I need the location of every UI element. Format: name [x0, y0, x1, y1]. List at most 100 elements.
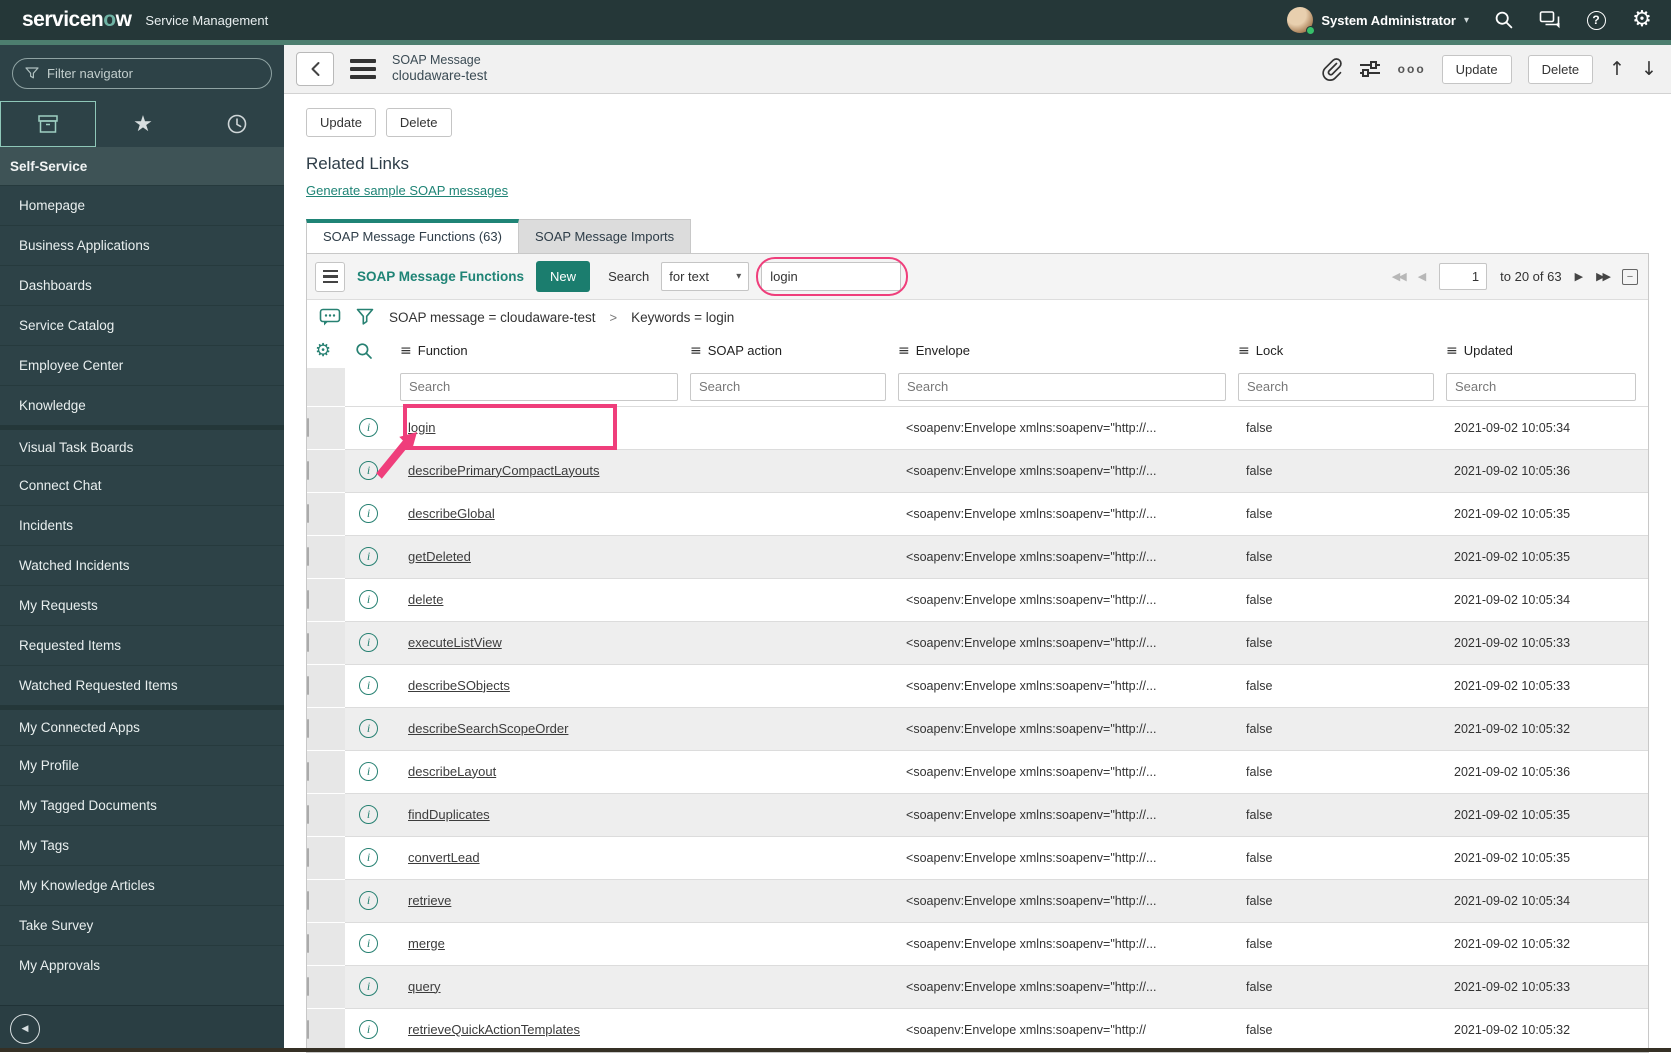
tab-soap-message-imports[interactable]: SOAP Message Imports	[519, 219, 691, 253]
sidebar-item-my-knowledge-articles[interactable]: My Knowledge Articles	[0, 865, 284, 905]
breadcrumb-item-1[interactable]: SOAP message = cloudaware-test	[389, 310, 595, 325]
sidebar-item-connect-chat[interactable]: Connect Chat	[0, 465, 284, 505]
filter-navigator[interactable]	[12, 58, 272, 89]
tab-soap-message-functions[interactable]: SOAP Message Functions (63)	[306, 219, 519, 253]
sidebar-item-my-tags[interactable]: My Tags	[0, 825, 284, 865]
row-checkbox[interactable]	[307, 1020, 309, 1039]
sidebar-item-watched-incidents[interactable]: Watched Incidents	[0, 545, 284, 585]
form-update-button[interactable]: Update	[306, 108, 376, 137]
next-record-icon[interactable]: ↓	[1641, 58, 1657, 80]
tab-all-applications[interactable]	[0, 101, 96, 147]
info-icon[interactable]: i	[359, 504, 378, 523]
row-checkbox[interactable]	[307, 891, 309, 910]
list-comments-icon[interactable]	[319, 308, 341, 327]
sidebar-item-employee-center[interactable]: Employee Center	[0, 345, 284, 385]
info-icon[interactable]: i	[359, 891, 378, 910]
column-search-function[interactable]	[400, 373, 678, 401]
sidebar-item-my-requests[interactable]: My Requests	[0, 585, 284, 625]
sidebar-item-homepage[interactable]: Homepage	[0, 185, 284, 225]
filter-navigator-input[interactable]	[47, 66, 247, 81]
info-icon[interactable]: i	[359, 676, 378, 695]
column-header-soap-action[interactable]: ≡SOAP action	[690, 334, 898, 368]
previous-record-icon[interactable]: ↑	[1609, 58, 1625, 80]
back-button[interactable]	[296, 52, 334, 86]
function-link[interactable]: findDuplicates	[408, 807, 490, 822]
column-search-soap-action[interactable]	[690, 373, 886, 401]
info-icon[interactable]: i	[359, 590, 378, 609]
more-options-icon[interactable]: ooo	[1398, 62, 1426, 76]
next-page-icon[interactable]: ▶	[1575, 270, 1583, 283]
row-checkbox[interactable]	[307, 676, 309, 695]
function-link[interactable]: delete	[408, 592, 443, 607]
list-context-menu-icon[interactable]	[315, 262, 345, 292]
attachment-icon[interactable]	[1320, 57, 1342, 81]
sidebar-item-take-survey[interactable]: Take Survey	[0, 905, 284, 945]
function-link[interactable]: executeListView	[408, 635, 502, 650]
form-context-menu-icon[interactable]	[350, 59, 376, 79]
info-icon[interactable]: i	[359, 1020, 378, 1039]
info-icon[interactable]: i	[359, 719, 378, 738]
search-type-select[interactable]: for text▾	[661, 262, 749, 291]
function-link[interactable]: merge	[408, 936, 445, 951]
sidebar-item-requested-items[interactable]: Requested Items	[0, 625, 284, 665]
info-icon[interactable]: i	[359, 633, 378, 652]
minimize-list-icon[interactable]: −	[1622, 269, 1638, 285]
column-header-updated[interactable]: ≡Updated	[1446, 334, 1648, 368]
list-search-input[interactable]	[761, 262, 901, 291]
column-search-toggle-icon[interactable]	[355, 342, 373, 360]
column-search-envelope[interactable]	[898, 373, 1226, 401]
list-personalize-gear-icon[interactable]: ⚙	[315, 342, 331, 360]
info-icon[interactable]: i	[359, 547, 378, 566]
function-link[interactable]: describeGlobal	[408, 506, 495, 521]
breadcrumb-item-2[interactable]: Keywords = login	[631, 310, 734, 325]
row-checkbox[interactable]	[307, 762, 309, 781]
row-checkbox[interactable]	[307, 977, 309, 996]
sidebar-item-my-tagged-documents[interactable]: My Tagged Documents	[0, 785, 284, 825]
last-page-icon[interactable]: ▶▶	[1596, 270, 1609, 283]
personalize-form-icon[interactable]	[1358, 59, 1382, 79]
function-link[interactable]: retrieveQuickActionTemplates	[408, 1022, 580, 1037]
header-delete-button[interactable]: Delete	[1528, 55, 1594, 84]
function-link[interactable]: convertLead	[408, 850, 480, 865]
column-search-lock[interactable]	[1238, 373, 1434, 401]
generate-sample-soap-messages-link[interactable]: Generate sample SOAP messages	[306, 183, 508, 198]
sidebar-item-my-connected-apps[interactable]: My Connected Apps	[0, 705, 284, 745]
info-icon[interactable]: i	[359, 805, 378, 824]
function-link[interactable]: describePrimaryCompactLayouts	[408, 463, 599, 478]
function-link[interactable]: query	[408, 979, 441, 994]
row-checkbox[interactable]	[307, 590, 309, 609]
row-checkbox[interactable]	[307, 504, 309, 523]
column-header-function[interactable]: ≡Function	[400, 334, 690, 368]
sidebar-item-my-profile[interactable]: My Profile	[0, 745, 284, 785]
row-checkbox[interactable]	[307, 805, 309, 824]
chat-icon[interactable]	[1539, 9, 1561, 31]
gear-icon[interactable]: ⚙	[1631, 9, 1653, 31]
help-icon[interactable]: ?	[1585, 9, 1607, 31]
row-checkbox[interactable]	[307, 633, 309, 652]
info-icon[interactable]: i	[359, 418, 378, 437]
sidebar-item-watched-requested-items[interactable]: Watched Requested Items	[0, 665, 284, 705]
function-link[interactable]: login	[408, 420, 435, 435]
sidebar-item-service-catalog[interactable]: Service Catalog	[0, 305, 284, 345]
tab-history[interactable]	[190, 101, 284, 147]
row-checkbox[interactable]	[307, 461, 309, 480]
row-checkbox[interactable]	[307, 547, 309, 566]
header-update-button[interactable]: Update	[1442, 55, 1512, 84]
row-checkbox[interactable]	[307, 848, 309, 867]
column-header-envelope[interactable]: ≡Envelope	[898, 334, 1238, 368]
row-checkbox[interactable]	[307, 934, 309, 953]
function-link[interactable]: describeSearchScopeOrder	[408, 721, 568, 736]
user-menu[interactable]: System Administrator ▾	[1287, 7, 1469, 33]
sidebar-item-visual-task-boards[interactable]: Visual Task Boards	[0, 425, 284, 465]
sidebar-item-my-approvals[interactable]: My Approvals	[0, 945, 284, 985]
sidebar-item-knowledge[interactable]: Knowledge	[0, 385, 284, 425]
function-link[interactable]: getDeleted	[408, 549, 471, 564]
info-icon[interactable]: i	[359, 461, 378, 480]
tab-favorites[interactable]: ★	[96, 101, 190, 147]
column-search-updated[interactable]	[1446, 373, 1636, 401]
filter-icon[interactable]	[355, 308, 375, 327]
info-icon[interactable]: i	[359, 934, 378, 953]
function-link[interactable]: describeLayout	[408, 764, 496, 779]
sidebar-item-business-applications[interactable]: Business Applications	[0, 225, 284, 265]
global-search-icon[interactable]	[1493, 9, 1515, 31]
